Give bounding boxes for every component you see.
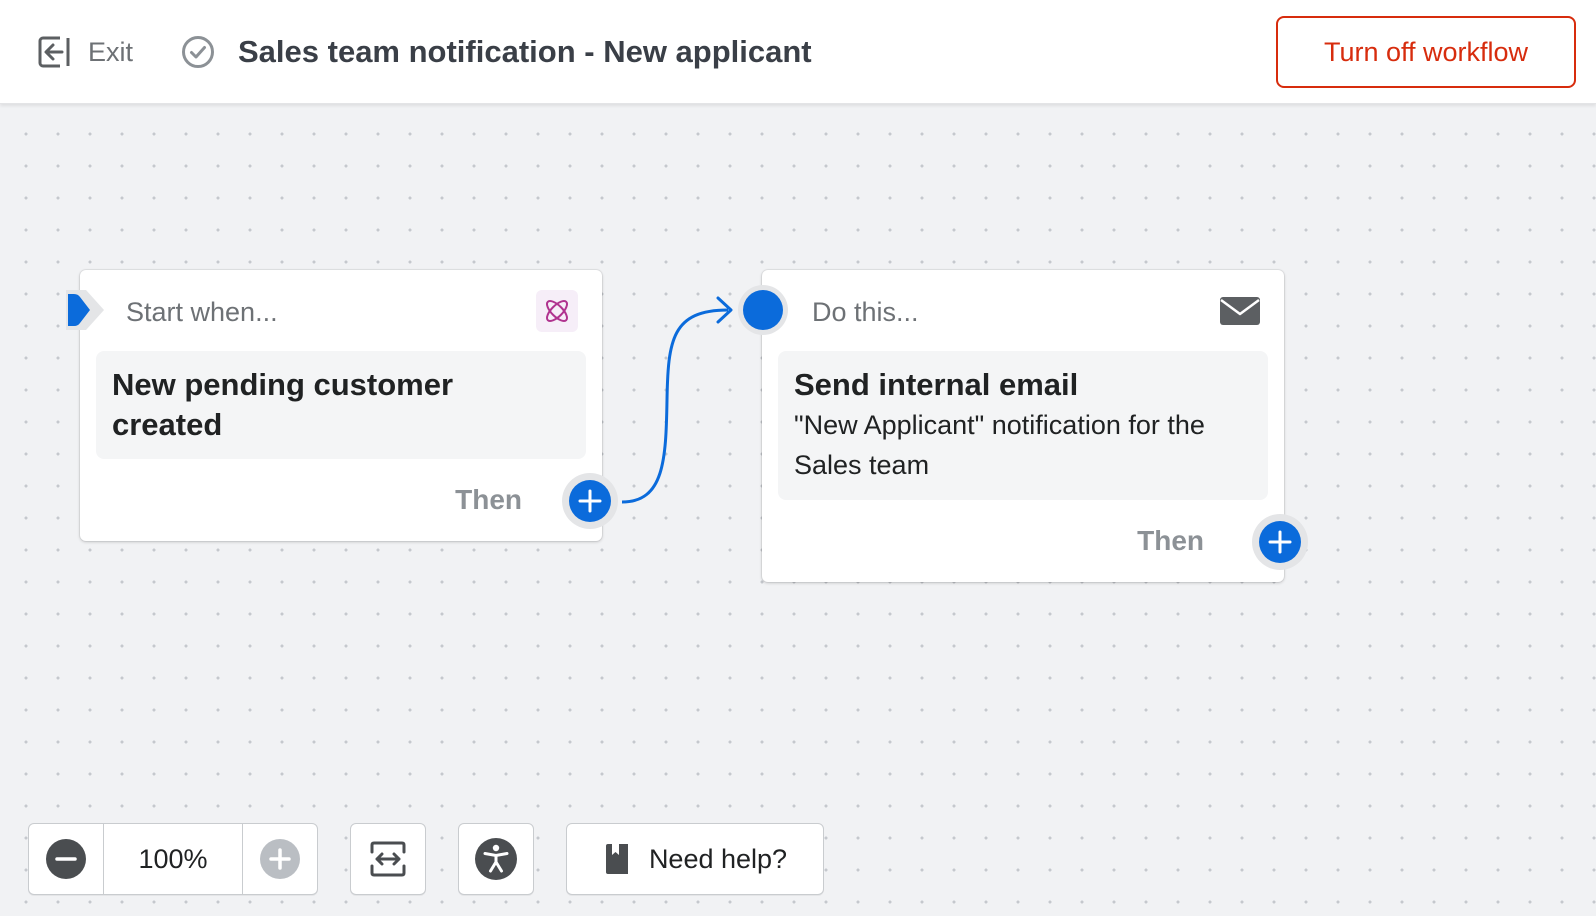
zoom-controls: 100% bbox=[28, 823, 318, 895]
need-help-label: Need help? bbox=[648, 843, 788, 874]
action-description: "New Applicant" notification for the Sal… bbox=[794, 410, 1205, 480]
add-step-button[interactable] bbox=[1252, 514, 1308, 570]
check-circle-icon bbox=[182, 36, 214, 68]
flow-app-icon bbox=[536, 290, 578, 332]
fit-to-screen-icon bbox=[370, 841, 406, 877]
minus-circle-icon bbox=[46, 839, 86, 879]
trigger-card-header: Start when... bbox=[126, 297, 278, 327]
mail-icon bbox=[1220, 297, 1260, 325]
add-step-button[interactable] bbox=[562, 473, 618, 529]
trigger-card[interactable]: Start when... New pending customer creat… bbox=[66, 270, 618, 541]
exit-label: Exit bbox=[88, 36, 134, 67]
action-card[interactable]: Do this... Send internal email "New Appl… bbox=[738, 270, 1308, 582]
exit-icon bbox=[38, 36, 70, 68]
zoom-out-button[interactable] bbox=[29, 824, 103, 894]
accessibility-button[interactable] bbox=[458, 823, 534, 895]
action-card-header: Do this... bbox=[812, 297, 919, 327]
page-title: Sales team notification - New applicant bbox=[238, 34, 812, 69]
trigger-title: New pending customer created bbox=[112, 367, 454, 442]
zoom-in-button[interactable] bbox=[243, 824, 317, 894]
plus-icon bbox=[578, 489, 602, 513]
turn-off-workflow-button[interactable]: Turn off workflow bbox=[1276, 16, 1576, 88]
trigger-then-label: Then bbox=[455, 484, 522, 515]
action-title: Send internal email bbox=[794, 367, 1079, 402]
action-then-label: Then bbox=[1137, 525, 1204, 556]
plus-icon bbox=[1268, 530, 1292, 554]
trigger-start-icon bbox=[66, 290, 104, 330]
book-icon bbox=[605, 844, 628, 874]
need-help-button[interactable]: Need help? bbox=[566, 823, 824, 895]
plus-circle-icon bbox=[260, 839, 300, 879]
exit-button[interactable]: Exit bbox=[36, 32, 133, 72]
zoom-level: 100% bbox=[103, 824, 243, 894]
top-bar: Exit Sales team notification - New appli… bbox=[0, 0, 1596, 104]
action-card-body: Send internal email "New Applicant" noti… bbox=[778, 351, 1268, 500]
accessibility-icon bbox=[475, 838, 517, 880]
fit-to-screen-button[interactable] bbox=[350, 823, 426, 895]
action-input-node bbox=[738, 285, 788, 335]
trigger-card-body: New pending customer created bbox=[96, 351, 586, 459]
